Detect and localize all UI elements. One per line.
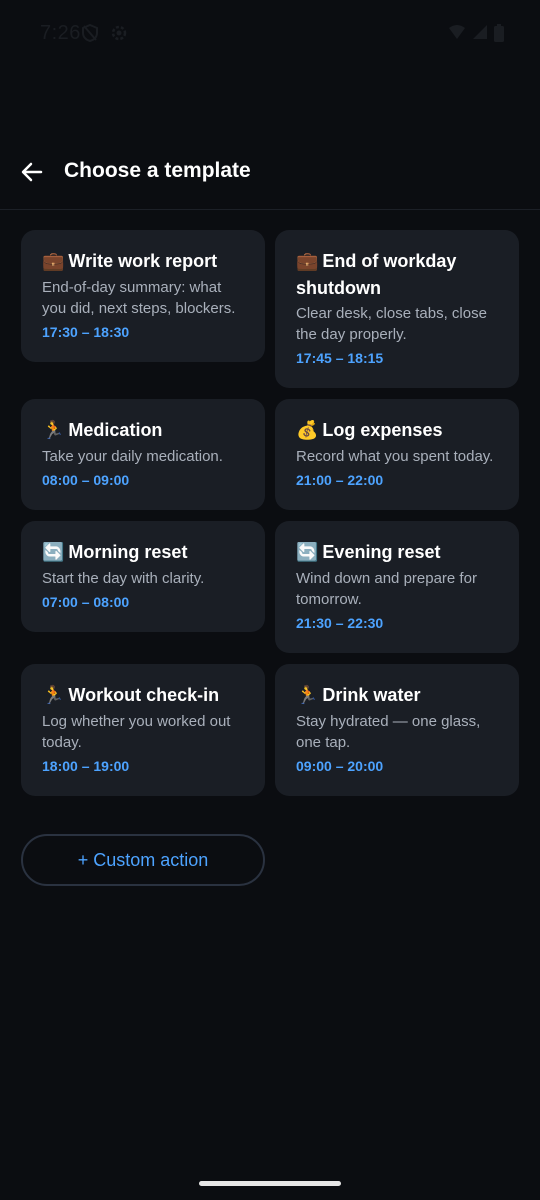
card-description: Log whether you worked out today.: [42, 713, 231, 751]
template-card-end-of-workday-shutdown[interactable]: 💼 End of workday shutdown Clear desk, clo…: [275, 230, 519, 388]
card-title: 💼 End of workday shutdown: [296, 248, 499, 301]
template-card-medication[interactable]: 🏃 Medication Take your daily medication. …: [21, 399, 265, 510]
card-title: 🏃 Workout check-in: [42, 682, 245, 709]
card-title-text: Morning reset: [68, 542, 188, 562]
card-description: Take your daily medication.: [42, 448, 223, 465]
card-title: 💼 Write work report: [42, 248, 245, 275]
template-card-morning-reset[interactable]: 🔄 Morning reset Start the day with clarit…: [21, 521, 265, 632]
card-title-text: Write work report: [68, 251, 218, 271]
card-description: End-of-day summary: what you did, next s…: [42, 279, 236, 317]
runner-icon: 🏃: [42, 420, 65, 441]
settings-gear-icon: [110, 24, 128, 47]
custom-action-button[interactable]: + Custom action: [21, 834, 265, 886]
card-title: 💰 Log expenses: [296, 417, 499, 444]
page-title: Choose a template: [64, 159, 251, 182]
card-description: Stay hydrated — one glass, one tap.: [296, 713, 481, 751]
template-row: 🏃 Medication Take your daily medication. …: [21, 399, 519, 510]
template-card-drink-water[interactable]: 🏃 Drink water Stay hydrated — one glass, …: [275, 664, 519, 796]
template-card-log-expenses[interactable]: 💰 Log expenses Record what you spent toda…: [275, 399, 519, 510]
card-title-text: Medication: [68, 420, 163, 440]
card-time: 08:00 – 09:00: [42, 472, 130, 488]
runner-icon: 🏃: [42, 685, 65, 706]
template-grid: 💼 Write work report End-of-day summary: w…: [21, 230, 519, 807]
card-description: Record what you spent today.: [296, 448, 494, 465]
template-card-evening-reset[interactable]: 🔄 Evening reset Wind down and prepare for…: [275, 521, 519, 653]
card-time: 21:30 – 22:30: [296, 615, 384, 631]
wifi-icon: [448, 24, 466, 47]
card-time: 17:30 – 18:30: [42, 324, 130, 340]
card-time: 17:45 – 18:15: [296, 350, 384, 366]
battery-icon: [494, 24, 504, 47]
template-row: 🏃 Workout check-in Log whether you worked…: [21, 664, 519, 796]
card-time: 09:00 – 20:00: [296, 758, 384, 774]
card-title-text: Drink water: [322, 685, 421, 705]
card-title-text: End of workday shutdown: [296, 251, 457, 298]
template-row: 🔄 Morning reset Start the day with clarit…: [21, 521, 519, 653]
card-title: 🔄 Evening reset: [296, 539, 499, 566]
card-time: 07:00 – 08:00: [42, 594, 130, 610]
back-button[interactable]: [12, 154, 52, 194]
signal-icon: [472, 24, 488, 47]
card-description: Wind down and prepare for tomorrow.: [296, 570, 477, 608]
card-description: Start the day with clarity.: [42, 570, 205, 587]
status-time: 7:26: [40, 22, 81, 44]
app-bar: Choose a template: [0, 136, 540, 210]
arrow-left-icon: [20, 160, 44, 189]
home-indicator[interactable]: [199, 1181, 341, 1186]
card-title: 🔄 Morning reset: [42, 539, 245, 566]
refresh-icon: 🔄: [42, 542, 65, 563]
template-card-write-work-report[interactable]: 💼 Write work report End-of-day summary: w…: [21, 230, 265, 362]
template-card-workout-check-in[interactable]: 🏃 Workout check-in Log whether you worked…: [21, 664, 265, 796]
card-title-text: Workout check-in: [68, 685, 220, 705]
card-description: Clear desk, close tabs, close the day pr…: [296, 305, 487, 343]
card-title: 🏃 Medication: [42, 417, 245, 444]
template-row: 💼 Write work report End-of-day summary: w…: [21, 230, 519, 388]
briefcase-icon: 💼: [42, 251, 65, 272]
card-time: 18:00 – 19:00: [42, 758, 130, 774]
card-time: 21:00 – 22:00: [296, 472, 384, 488]
status-bar: 7:26: [0, 0, 540, 70]
status-right-icons: [448, 24, 504, 47]
money-bag-icon: 💰: [296, 420, 319, 441]
runner-icon: 🏃: [296, 685, 319, 706]
card-title-text: Evening reset: [322, 542, 441, 562]
refresh-icon: 🔄: [296, 542, 319, 563]
card-title: 🏃 Drink water: [296, 682, 499, 709]
briefcase-icon: 💼: [296, 251, 319, 272]
shield-icon: [82, 23, 98, 47]
card-title-text: Log expenses: [322, 420, 443, 440]
